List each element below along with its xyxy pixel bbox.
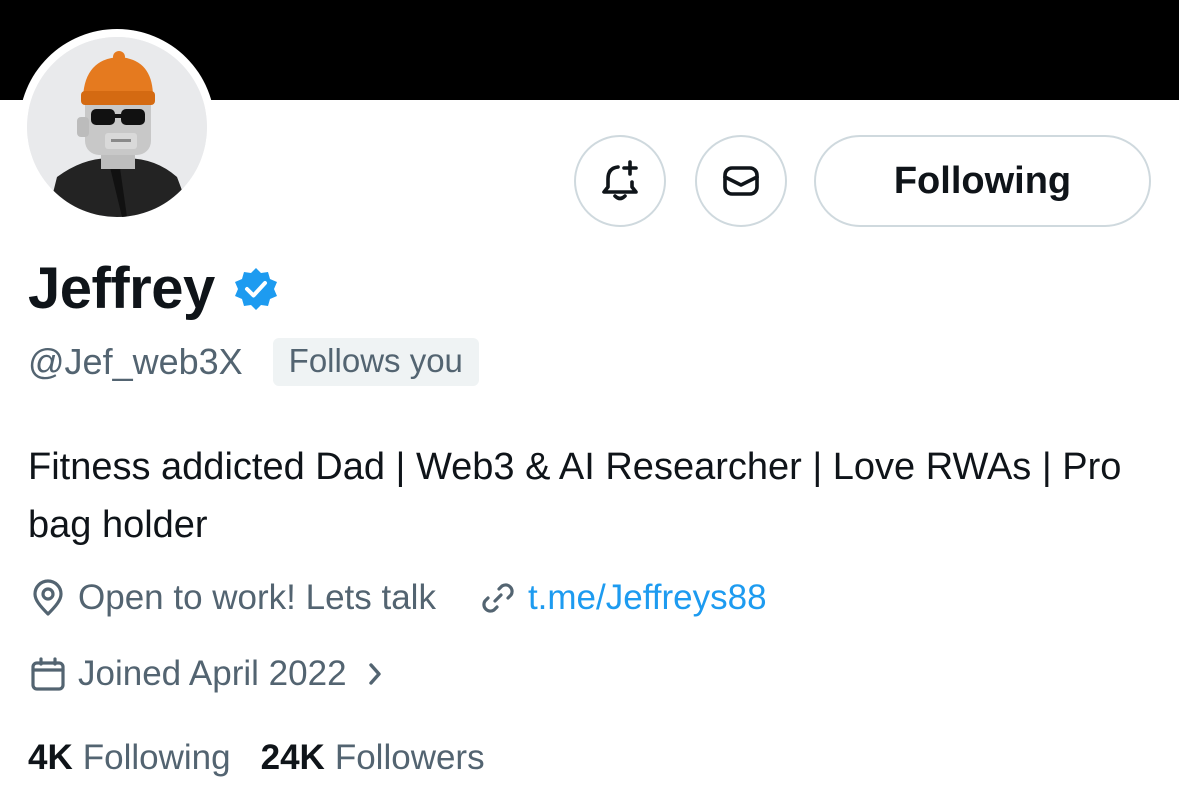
- follow-stats: 4K Following 24K Followers: [28, 738, 485, 778]
- notifications-button[interactable]: [574, 135, 666, 227]
- name-row: Jeffrey: [28, 254, 279, 324]
- chevron-right-icon: [361, 660, 389, 688]
- website-link[interactable]: t.me/Jeffreys88: [478, 578, 767, 618]
- joined-row[interactable]: Joined April 2022: [28, 650, 389, 698]
- following-button[interactable]: Following: [814, 135, 1151, 227]
- calendar-icon: [28, 654, 68, 694]
- location: Open to work! Lets talk: [28, 578, 436, 618]
- following-stat[interactable]: 4K Following: [28, 738, 231, 778]
- username-handle: @Jef_web3X: [28, 341, 243, 382]
- followers-stat[interactable]: 24K Followers: [261, 738, 485, 778]
- profile-meta-row: Open to work! Lets talk t.me/Jeffreys88: [28, 574, 767, 622]
- profile-bio: Fitness addicted Dad | Web3 & AI Researc…: [28, 446, 1122, 546]
- message-button[interactable]: [695, 135, 787, 227]
- followers-label: Followers: [334, 738, 485, 777]
- avatar-frame: [19, 29, 215, 225]
- joined-date[interactable]: Joined April 2022: [28, 654, 389, 694]
- following-count: 4K: [28, 738, 73, 777]
- bell-plus-icon: [597, 158, 643, 204]
- following-label: Following: [82, 738, 231, 777]
- followers-count: 24K: [260, 738, 325, 777]
- follows-you-badge: Follows you: [272, 338, 479, 386]
- location-text: Open to work! Lets talk: [78, 578, 436, 617]
- joined-text: Joined April 2022: [78, 654, 347, 693]
- avatar[interactable]: [27, 37, 207, 217]
- website-text[interactable]: t.me/Jeffreys88: [528, 578, 767, 618]
- verified-badge-icon[interactable]: [233, 266, 279, 312]
- envelope-icon: [719, 159, 763, 203]
- link-icon: [478, 578, 518, 618]
- location-pin-icon: [28, 578, 68, 618]
- display-name: Jeffrey: [28, 256, 215, 321]
- handle-row: @Jef_web3X Follows you: [28, 338, 479, 386]
